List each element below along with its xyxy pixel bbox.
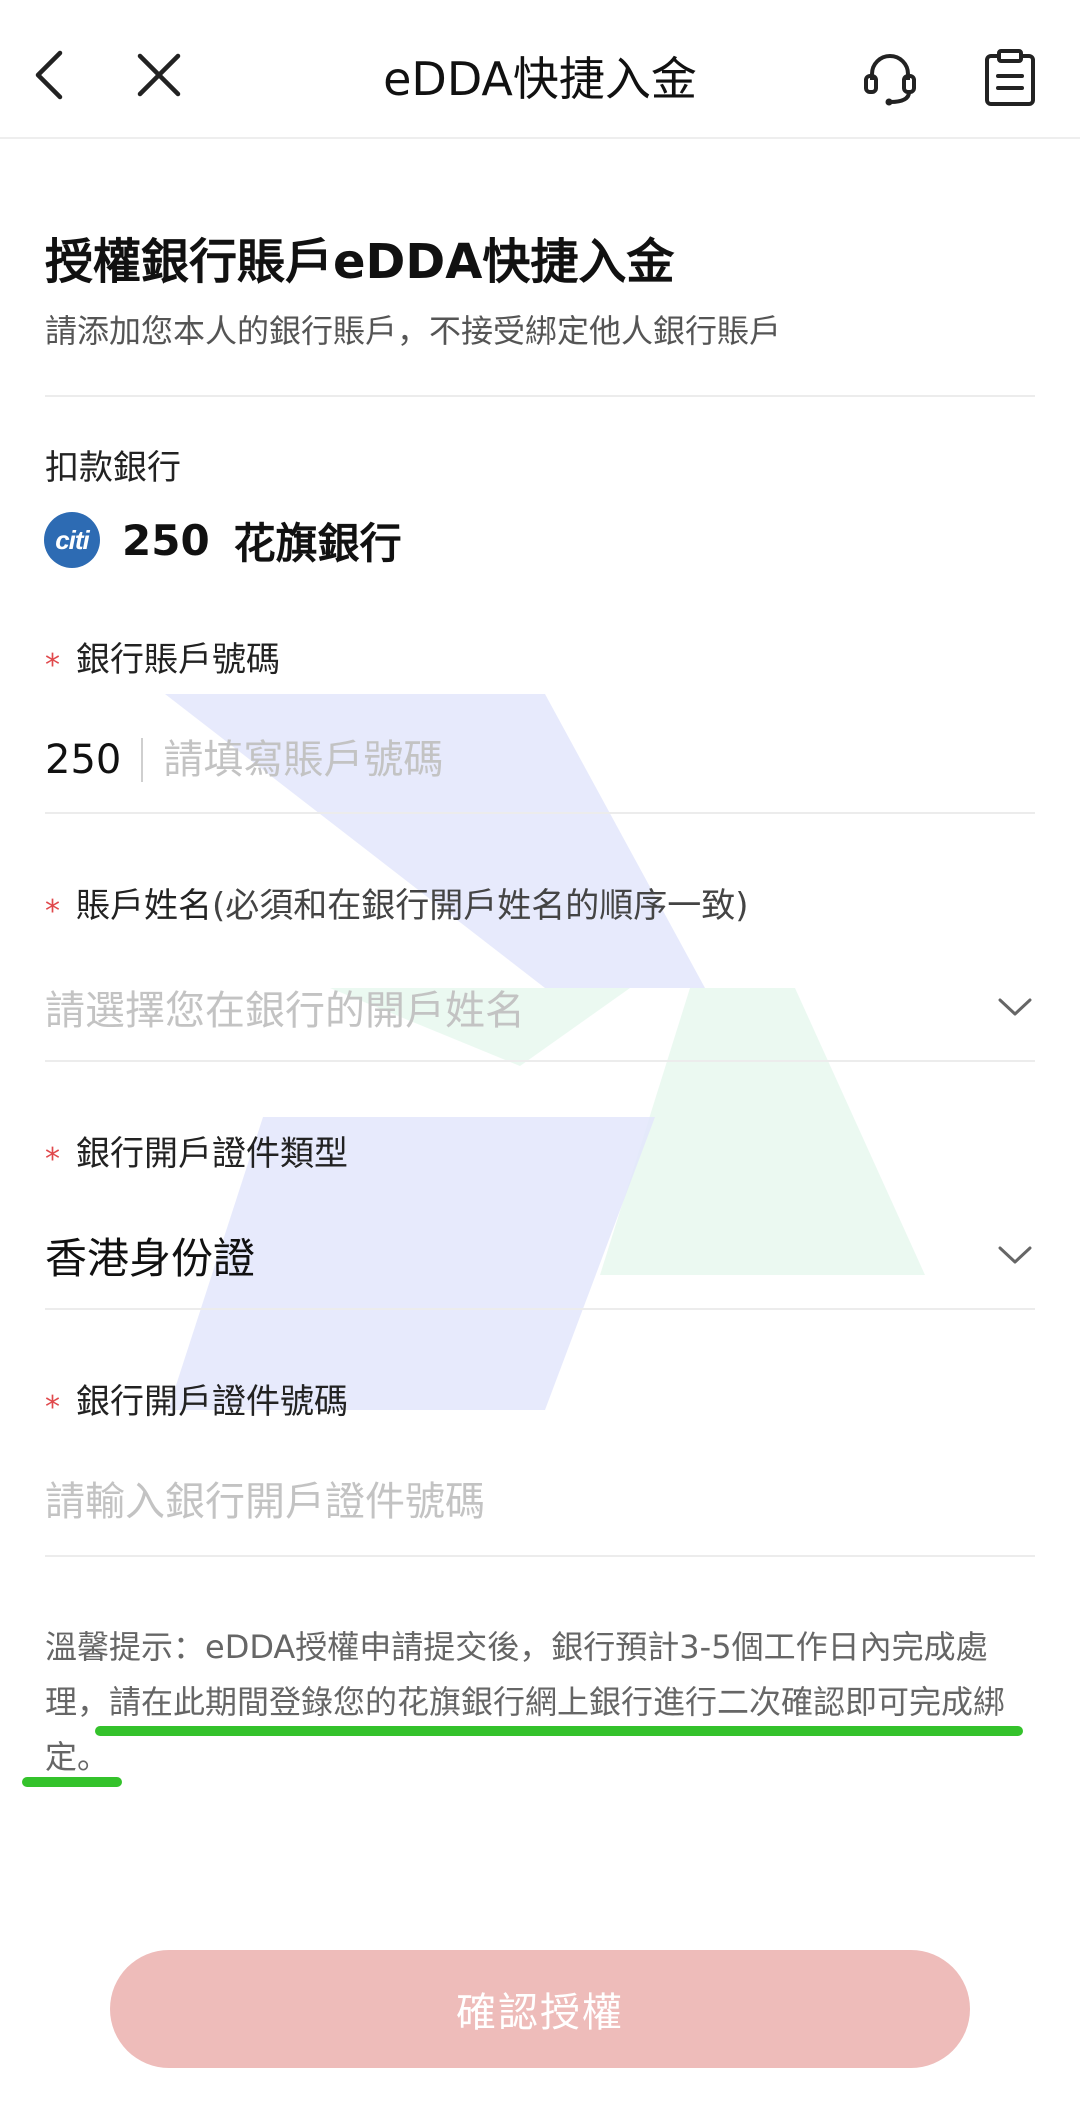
required-mark: * bbox=[45, 1390, 60, 1425]
account-name-note: (必須和在銀行開戶姓名的順序一致) bbox=[212, 886, 749, 926]
close-button[interactable] bbox=[124, 40, 194, 110]
back-button[interactable] bbox=[20, 40, 80, 110]
bank-name: 花旗銀行 bbox=[233, 518, 402, 568]
nav-bar: eDDA快捷入金 bbox=[0, 0, 1080, 139]
annotation-underline bbox=[95, 1726, 1023, 1736]
form-subheading: 請添加您本人的銀行賬戶，不接受綁定他人銀行賬戶 bbox=[45, 312, 782, 350]
divider bbox=[45, 395, 1035, 397]
required-mark: * bbox=[45, 894, 60, 929]
id-type-label-text: 銀行開戶證件類型 bbox=[76, 1134, 348, 1174]
close-icon bbox=[137, 53, 181, 97]
divider bbox=[45, 1060, 1035, 1062]
id-type-select[interactable]: 香港身份證 bbox=[45, 1220, 1035, 1290]
tip-text: 溫馨提示：eDDA授權申請提交後，銀行預計3-5個工作日內完成處理，請在此期間登… bbox=[45, 1628, 1006, 1776]
debit-bank-label: 扣款銀行 bbox=[45, 448, 181, 488]
divider bbox=[45, 1308, 1035, 1310]
id-number-label-text: 銀行開戶證件號碼 bbox=[76, 1382, 348, 1422]
edda-page: eDDA快捷入金 授權銀行賬戶eDDA快捷入金 請添加您本人的銀行賬戶，不接受綁… bbox=[0, 0, 1080, 2104]
prefix-separator bbox=[141, 738, 144, 782]
headset-icon bbox=[864, 54, 916, 106]
chevron-left-icon bbox=[35, 50, 63, 100]
account-number-row: 250 bbox=[45, 728, 944, 792]
id-type-value: 香港身份證 bbox=[45, 1233, 256, 1283]
debit-bank-row: citi 250 花旗銀行 bbox=[44, 512, 402, 568]
id-number-input[interactable] bbox=[45, 1470, 1035, 1534]
account-name-label-text: 賬戶姓名 bbox=[76, 886, 212, 926]
account-name-label: * 賬戶姓名(必須和在銀行開戶姓名的順序一致) bbox=[45, 878, 749, 929]
divider bbox=[45, 812, 1035, 814]
annotation-underline bbox=[22, 1777, 122, 1787]
bank-logo-text: citi bbox=[55, 524, 90, 555]
id-type-label: * 銀行開戶證件類型 bbox=[45, 1126, 348, 1177]
account-name-select[interactable]: 請選擇您在銀行的開戶姓名 bbox=[45, 972, 1035, 1042]
required-mark: * bbox=[45, 648, 60, 683]
account-prefix: 250 bbox=[45, 737, 122, 783]
account-name-placeholder: 請選擇您在銀行的開戶姓名 bbox=[45, 988, 525, 1034]
records-button[interactable] bbox=[970, 38, 1050, 118]
chevron-down-icon bbox=[995, 1235, 1035, 1275]
account-number-input[interactable] bbox=[163, 737, 944, 783]
chevron-down-icon bbox=[995, 987, 1035, 1027]
divider bbox=[45, 1555, 1035, 1557]
account-number-label: * 銀行賬戶號碼 bbox=[45, 632, 280, 683]
citi-bank-logo-icon: citi bbox=[44, 512, 100, 568]
bank-code: 250 bbox=[122, 515, 210, 565]
confirm-authorization-button[interactable]: 確認授權 bbox=[110, 1950, 970, 2068]
clipboard-icon bbox=[985, 49, 1035, 106]
id-number-label: * 銀行開戶證件號碼 bbox=[45, 1374, 348, 1425]
account-number-label-text: 銀行賬戶號碼 bbox=[76, 640, 280, 680]
customer-service-button[interactable] bbox=[850, 38, 930, 118]
required-mark: * bbox=[45, 1142, 60, 1177]
form-heading: 授權銀行賬戶eDDA快捷入金 bbox=[45, 234, 675, 290]
page-title: eDDA快捷入金 bbox=[383, 52, 697, 106]
